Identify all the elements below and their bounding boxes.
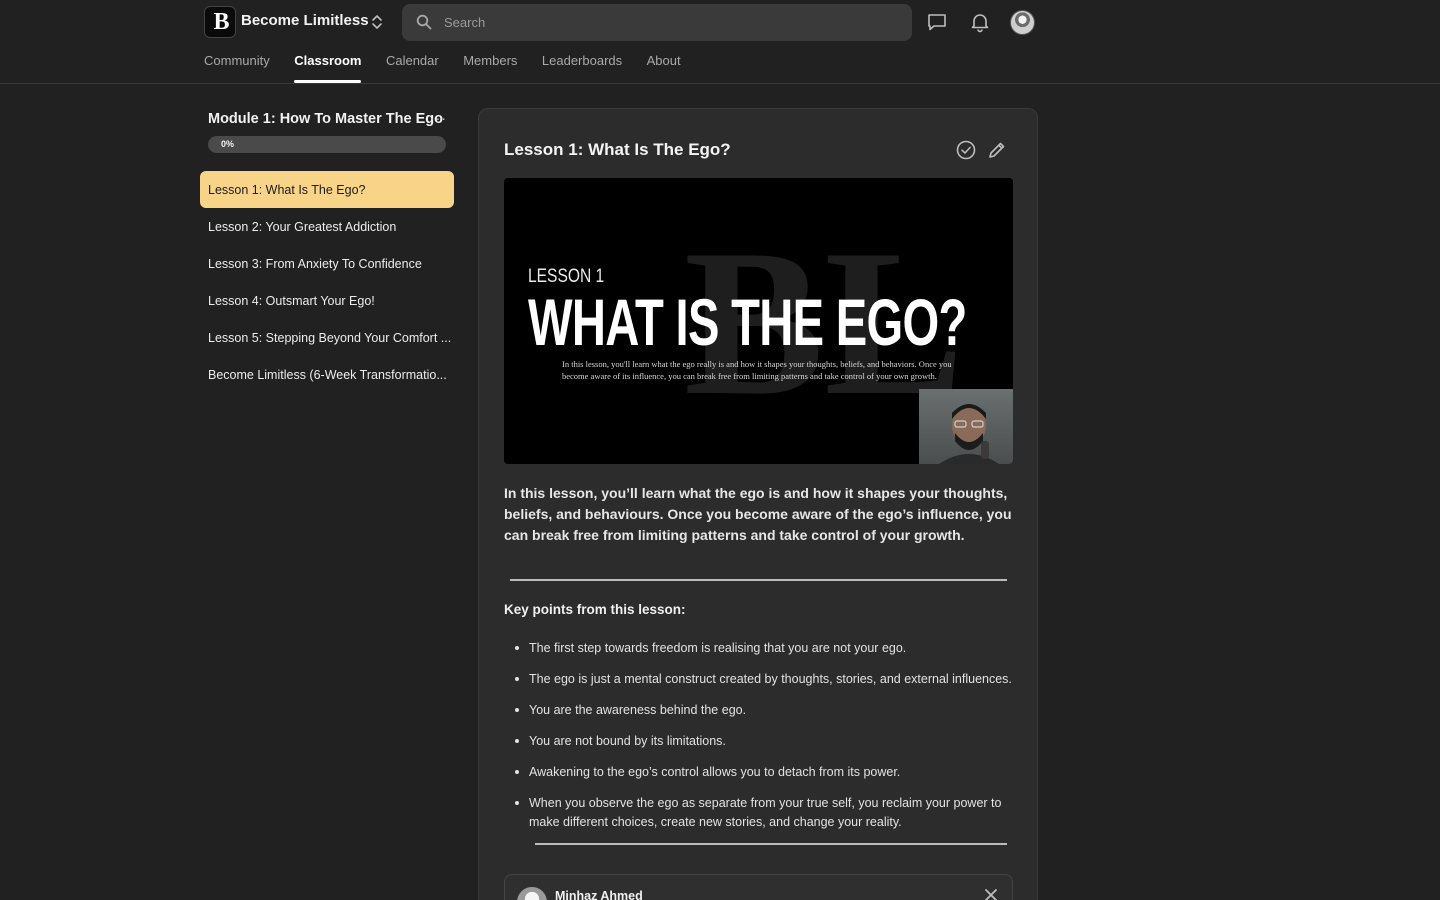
nav-tabs: Community Classroom Calendar Members Lea…: [204, 53, 705, 84]
lesson-list: Lesson 1: What Is The Ego? Lesson 2: You…: [200, 171, 454, 393]
community-logo[interactable]: B: [204, 6, 236, 38]
lesson-item-3[interactable]: Lesson 3: From Anxiety To Confidence: [200, 245, 454, 282]
key-points-heading: Key points from this lesson:: [504, 602, 686, 617]
tab-about[interactable]: About: [647, 53, 681, 84]
divider: [510, 579, 1007, 581]
list-item: You are the awareness behind the ego.: [504, 701, 1014, 720]
top-header: B Become Limitless Community Classroom C…: [0, 0, 1440, 84]
tab-leaderboards[interactable]: Leaderboards: [542, 53, 622, 84]
search-bar[interactable]: [402, 4, 912, 41]
chevron-updown-icon[interactable]: [369, 12, 385, 32]
list-item: The ego is just a mental construct creat…: [504, 670, 1014, 689]
comment-box: Minhaz Ahmed: [504, 874, 1013, 900]
list-item: Awakening to the ego’s control allows yo…: [504, 763, 1014, 782]
bell-icon[interactable]: [968, 10, 992, 34]
lesson-item-6[interactable]: Become Limitless (6-Week Transformatio..…: [200, 356, 454, 393]
search-input[interactable]: [444, 4, 894, 41]
lesson-item-2[interactable]: Lesson 2: Your Greatest Addiction: [200, 208, 454, 245]
more-options-icon[interactable]: ···: [430, 110, 447, 126]
tab-classroom[interactable]: Classroom: [294, 53, 362, 84]
commenter-avatar[interactable]: [517, 887, 547, 900]
progress-label: 0%: [221, 139, 235, 149]
presenter-thumbnail: [919, 389, 1013, 464]
user-avatar[interactable]: [1010, 10, 1035, 35]
chat-icon[interactable]: [925, 10, 949, 34]
module-title: Module 1: How To Master The Ego: [208, 111, 443, 127]
lesson-title: Lesson 1: What Is The Ego?: [504, 140, 731, 159]
module-progress-bar: 0%: [208, 136, 446, 153]
list-item: The first step towards freedom is realis…: [504, 639, 1014, 658]
lesson-description: In this lesson, you’ll learn what the eg…: [504, 485, 1012, 543]
key-points-list: The first step towards freedom is realis…: [504, 639, 1014, 844]
tab-members[interactable]: Members: [463, 53, 517, 84]
lesson-video[interactable]: BL LESSON 1 WHAT IS THE EGO? In this les…: [504, 178, 1013, 464]
list-item: When you observe the ego as separate fro…: [504, 794, 1014, 831]
tab-calendar[interactable]: Calendar: [386, 53, 439, 84]
list-item: You are not bound by its limitations.: [504, 732, 1014, 751]
search-icon: [416, 14, 432, 30]
lesson-item-1[interactable]: Lesson 1: What Is The Ego?: [200, 171, 454, 208]
lesson-card: Lesson 1: What Is The Ego? BL LESSON 1 W…: [478, 108, 1038, 900]
community-name[interactable]: Become Limitless: [241, 12, 369, 29]
pencil-icon[interactable]: [986, 139, 1008, 161]
lesson-item-4[interactable]: Lesson 4: Outsmart Your Ego!: [200, 282, 454, 319]
tab-community[interactable]: Community: [204, 53, 270, 84]
lesson-item-5[interactable]: Lesson 5: Stepping Beyond Your Comfort .…: [200, 319, 454, 356]
check-circle-icon[interactable]: [955, 139, 977, 161]
video-body-text: In this lesson, you'll learn what the eg…: [562, 359, 952, 381]
video-heading: WHAT IS THE EGO?: [528, 285, 967, 359]
commenter-name[interactable]: Minhaz Ahmed: [555, 889, 643, 900]
divider: [535, 843, 1007, 845]
logo-letter: B: [213, 8, 229, 35]
close-icon[interactable]: [983, 887, 999, 900]
